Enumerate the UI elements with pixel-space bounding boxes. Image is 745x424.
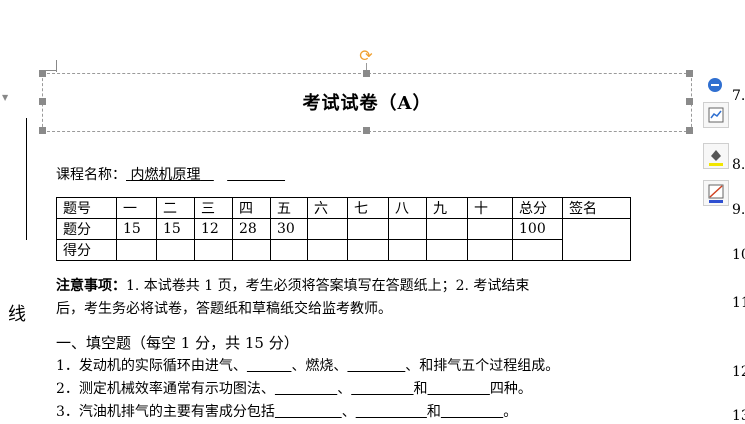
- line-color-button[interactable]: [703, 180, 729, 206]
- question-1: 1．发动机的实际循环由进气、 、燃烧、 、和排气五个过程组成。: [56, 358, 560, 374]
- table-cell: 七: [347, 197, 389, 219]
- table-cell: 100: [512, 218, 563, 240]
- table-cell[interactable]: [426, 239, 468, 261]
- table-cell[interactable]: [270, 239, 308, 261]
- notice-bold: 注意事项：: [56, 278, 126, 294]
- course-label: 课程名称：: [56, 167, 126, 183]
- course-line: 课程名称： 内燃机原理: [56, 164, 285, 184]
- notice-line-1: 注意事项：1. 本试卷共 1 页，考生必须将答案填写在答题纸上；2. 考试结束: [56, 278, 530, 294]
- table-cell: [347, 218, 389, 240]
- left-margin: ▼ 线: [0, 0, 42, 419]
- answer-blank[interactable]: [275, 381, 337, 397]
- right-number: 8.: [732, 157, 745, 173]
- binding-line: [26, 118, 27, 240]
- table-cell[interactable]: [232, 239, 271, 261]
- table-cell: 12: [194, 218, 233, 240]
- table-cell: 十: [467, 197, 513, 219]
- signature-cell[interactable]: [562, 218, 631, 261]
- table-cell: 15: [156, 218, 195, 240]
- table-cell: 签名: [562, 197, 631, 219]
- table-cell[interactable]: [388, 239, 427, 261]
- table-cell: 五: [270, 197, 308, 219]
- table-row: 题分 15 15 12 28 30 100: [56, 218, 631, 261]
- answer-blank[interactable]: [441, 404, 503, 420]
- section-heading: 一、填空题（每空 1 分，共 15 分）: [56, 334, 299, 352]
- table-cell: 30: [270, 218, 308, 240]
- table-cell: 八: [388, 197, 427, 219]
- table-cell: 六: [307, 197, 348, 219]
- resize-handle[interactable]: [686, 70, 693, 77]
- table-cell: 一: [116, 197, 157, 219]
- table-row: 得分: [56, 239, 631, 261]
- score-table: 题号 一 二 三 四 五 六 七 八 九 十 总分 签名 题分 15 15 12…: [56, 197, 631, 261]
- table-cell: [426, 218, 468, 240]
- answer-blank[interactable]: [351, 381, 413, 397]
- table-cell: 15: [116, 218, 157, 240]
- answer-blank[interactable]: [428, 381, 490, 397]
- binding-line-char: 线: [8, 304, 26, 325]
- table-cell[interactable]: [307, 239, 348, 261]
- resize-handle[interactable]: [39, 70, 46, 77]
- right-number: 11: [732, 295, 745, 311]
- table-cell[interactable]: [467, 239, 513, 261]
- table-cell: [307, 218, 348, 240]
- table-row: 题号 一 二 三 四 五 六 七 八 九 十 总分 签名: [56, 197, 631, 219]
- minus-icon[interactable]: [708, 78, 722, 92]
- table-cell: 得分: [56, 239, 117, 261]
- right-number: 9.: [732, 202, 745, 218]
- table-cell: [388, 218, 427, 240]
- table-cell[interactable]: [347, 239, 389, 261]
- layout-icon: [708, 107, 724, 123]
- answer-blank[interactable]: [275, 404, 342, 420]
- table-cell[interactable]: [512, 239, 563, 261]
- fill-color-icon: [709, 150, 723, 166]
- table-cell: [467, 218, 513, 240]
- right-number: 10: [732, 247, 745, 263]
- answer-blank[interactable]: [347, 358, 405, 374]
- right-number: 13: [732, 408, 745, 424]
- table-cell: 九: [426, 197, 468, 219]
- right-number: 12: [732, 364, 745, 380]
- resize-handle[interactable]: [39, 127, 46, 134]
- resize-handle[interactable]: [686, 127, 693, 134]
- question-2: 2．测定机械效率通常有示功图法、 、 和 四种。: [56, 381, 532, 397]
- table-cell[interactable]: [194, 239, 233, 261]
- layout-options-button[interactable]: [703, 102, 729, 128]
- exam-title: 考试试卷（A）: [302, 93, 432, 114]
- fill-color-button[interactable]: [703, 143, 729, 169]
- table-cell[interactable]: [116, 239, 157, 261]
- table-cell: 四: [232, 197, 271, 219]
- course-value: 内燃机原理: [130, 167, 201, 183]
- notice-line-2: 后，考生务必将试卷，答题纸和草稿纸交给监考教师。: [56, 301, 392, 317]
- answer-blank[interactable]: [356, 404, 427, 420]
- course-blank: [227, 167, 285, 183]
- table-cell: 三: [194, 197, 233, 219]
- page-corner-mark: [56, 60, 57, 72]
- right-number: 7.: [732, 88, 745, 104]
- table-cell: 28: [232, 218, 271, 240]
- table-cell: 二: [156, 197, 195, 219]
- answer-blank[interactable]: [247, 358, 292, 374]
- collapse-arrow-icon[interactable]: ▼: [2, 93, 8, 102]
- table-cell: 题分: [56, 218, 117, 240]
- rotate-handle-icon[interactable]: ⟳: [358, 48, 374, 64]
- table-cell: 题号: [56, 197, 117, 219]
- table-cell[interactable]: [156, 239, 195, 261]
- table-cell: 总分: [512, 197, 563, 219]
- resize-handle[interactable]: [363, 70, 370, 77]
- resize-handle[interactable]: [363, 127, 370, 134]
- question-3: 3．汽油机排气的主要有害成分包括 、 和 。: [56, 404, 518, 420]
- line-color-icon: [708, 184, 724, 203]
